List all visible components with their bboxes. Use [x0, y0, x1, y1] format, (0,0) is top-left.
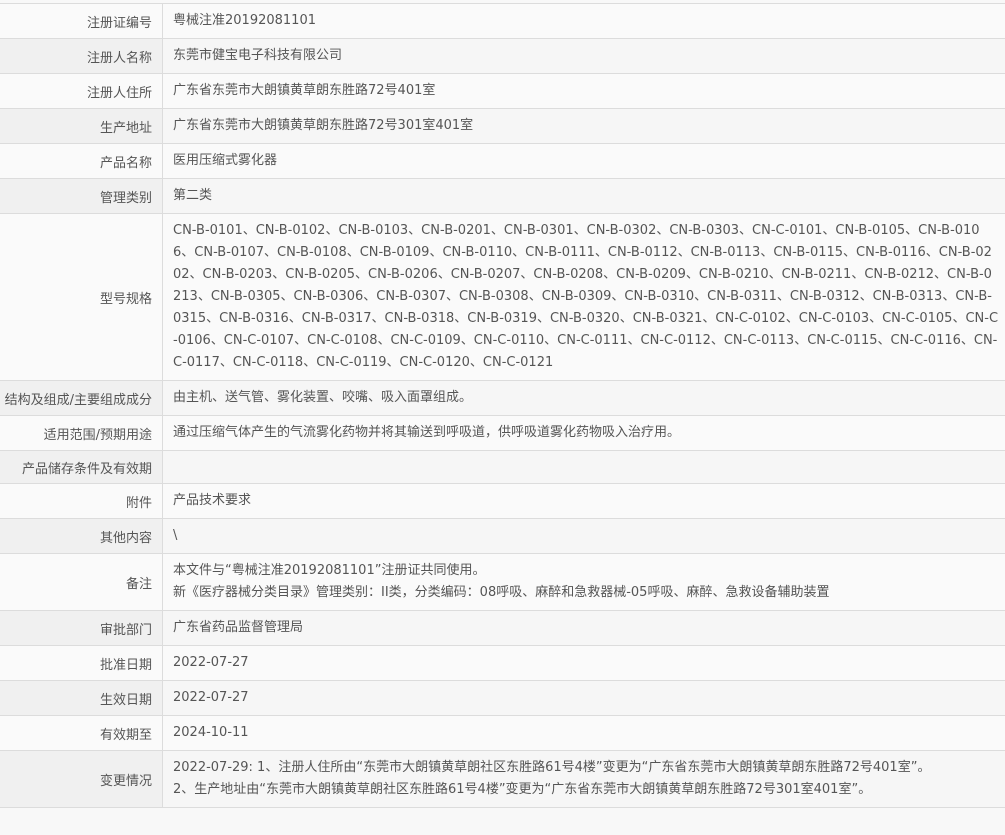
- field-value: 广东省药品监督管理局: [163, 611, 1005, 646]
- field-label: 注册人名称: [0, 39, 163, 74]
- field-value: 由主机、送气管、雾化装置、咬嘴、吸入面罩组成。: [163, 381, 1005, 416]
- field-value: 第二类: [163, 179, 1005, 214]
- field-value: 2024-10-11: [163, 716, 1005, 751]
- table-row: 备注本文件与“粤械注准20192081101”注册证共同使用。新《医疗器械分类目…: [0, 554, 1005, 611]
- field-value: CN-B-0101、CN-B-0102、CN-B-0103、CN-B-0201、…: [163, 214, 1005, 381]
- table-row: 附件产品技术要求: [0, 484, 1005, 519]
- table-row: 注册证编号粤械注准20192081101: [0, 4, 1005, 39]
- field-value-line: 2022-07-29: 1、注册人住所由“东莞市大朗镇黄草朗社区东胜路61号4楼…: [173, 757, 1000, 779]
- field-value: 粤械注准20192081101: [163, 4, 1005, 39]
- table-row: 注册人名称东莞市健宝电子科技有限公司: [0, 39, 1005, 74]
- table-row: 有效期至2024-10-11: [0, 716, 1005, 751]
- table-row: 注册人住所广东省东莞市大朗镇黄草朗东胜路72号401室: [0, 74, 1005, 109]
- field-value: 2022-07-27: [163, 681, 1005, 716]
- table-row: 结构及组成/主要组成成分由主机、送气管、雾化装置、咬嘴、吸入面罩组成。: [0, 381, 1005, 416]
- table-row: 其他内容\: [0, 519, 1005, 554]
- field-value-line: 本文件与“粤械注准20192081101”注册证共同使用。: [173, 560, 1000, 582]
- table-row: 审批部门广东省药品监督管理局: [0, 611, 1005, 646]
- field-label: 附件: [0, 484, 163, 519]
- field-value: 本文件与“粤械注准20192081101”注册证共同使用。新《医疗器械分类目录》…: [163, 554, 1005, 611]
- field-label: 注册证编号: [0, 4, 163, 39]
- field-label: 其他内容: [0, 519, 163, 554]
- field-label: 变更情况: [0, 751, 163, 808]
- field-value: 通过压缩气体产生的气流雾化药物并将其输送到呼吸道，供呼吸道雾化药物吸入治疗用。: [163, 416, 1005, 451]
- field-label: 审批部门: [0, 611, 163, 646]
- registration-detail-table: 注册证编号粤械注准20192081101注册人名称东莞市健宝电子科技有限公司注册…: [0, 3, 1005, 808]
- field-value: \: [163, 519, 1005, 554]
- field-label: 产品名称: [0, 144, 163, 179]
- field-label: 适用范围/预期用途: [0, 416, 163, 451]
- field-value: 产品技术要求: [163, 484, 1005, 519]
- table-row: 批准日期2022-07-27: [0, 646, 1005, 681]
- field-label: 管理类别: [0, 179, 163, 214]
- field-label: 备注: [0, 554, 163, 611]
- table-row: 产品名称医用压缩式雾化器: [0, 144, 1005, 179]
- field-label: 有效期至: [0, 716, 163, 751]
- table-row: 适用范围/预期用途通过压缩气体产生的气流雾化药物并将其输送到呼吸道，供呼吸道雾化…: [0, 416, 1005, 451]
- field-value-line: 新《医疗器械分类目录》管理类别：II类，分类编码：08呼吸、麻醉和急救器械-05…: [173, 582, 1000, 604]
- field-label: 型号规格: [0, 214, 163, 381]
- field-value: 广东省东莞市大朗镇黄草朗东胜路72号401室: [163, 74, 1005, 109]
- field-value: 东莞市健宝电子科技有限公司: [163, 39, 1005, 74]
- table-row: 管理类别第二类: [0, 179, 1005, 214]
- field-value: [163, 451, 1005, 484]
- field-value: 2022-07-29: 1、注册人住所由“东莞市大朗镇黄草朗社区东胜路61号4楼…: [163, 751, 1005, 808]
- table-row: 产品储存条件及有效期: [0, 451, 1005, 484]
- field-label: 注册人住所: [0, 74, 163, 109]
- field-label: 产品储存条件及有效期: [0, 451, 163, 484]
- field-value: 广东省东莞市大朗镇黄草朗东胜路72号301室401室: [163, 109, 1005, 144]
- field-label: 生效日期: [0, 681, 163, 716]
- field-label: 生产地址: [0, 109, 163, 144]
- field-label: 批准日期: [0, 646, 163, 681]
- table-row: 型号规格CN-B-0101、CN-B-0102、CN-B-0103、CN-B-0…: [0, 214, 1005, 381]
- field-label: 结构及组成/主要组成成分: [0, 381, 163, 416]
- table-row: 变更情况 2022-07-29: 1、注册人住所由“东莞市大朗镇黄草朗社区东胜路6…: [0, 751, 1005, 808]
- field-value-line: 2、生产地址由“东莞市大朗镇黄草朗社区东胜路61号4楼”变更为“广东省东莞市大朗…: [173, 779, 1000, 801]
- table-row: 生效日期2022-07-27: [0, 681, 1005, 716]
- field-value: 2022-07-27: [163, 646, 1005, 681]
- field-value: 医用压缩式雾化器: [163, 144, 1005, 179]
- table-row: 生产地址广东省东莞市大朗镇黄草朗东胜路72号301室401室: [0, 109, 1005, 144]
